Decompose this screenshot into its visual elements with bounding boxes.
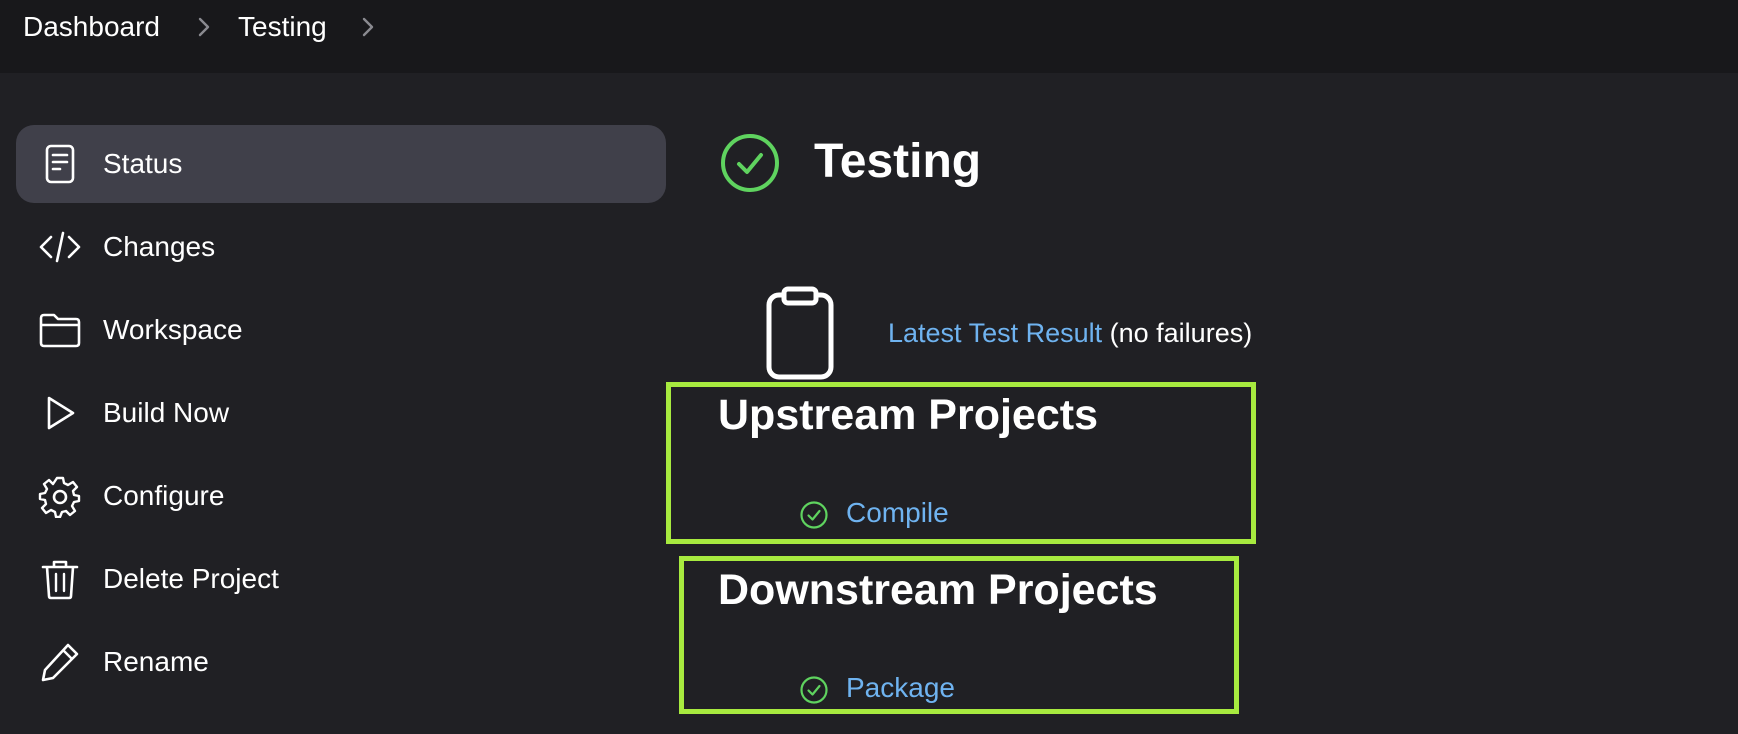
document-icon (45, 144, 75, 184)
page-title: Testing (814, 135, 982, 188)
sidebar-item-status[interactable]: Status (16, 125, 666, 203)
sidebar-item-changes[interactable]: Changes (16, 208, 666, 286)
breadcrumb-dashboard[interactable]: Dashboard (23, 11, 160, 43)
top-bar: Dashboard Testing (0, 0, 1738, 73)
test-result-line: Latest Test Result (no failures) (888, 316, 1252, 350)
trash-icon (41, 560, 79, 600)
sidebar-item-label: Status (103, 148, 183, 179)
sidebar-item-label: Changes (103, 231, 216, 262)
downstream-projects-heading: Downstream Projects (718, 566, 1158, 614)
sidebar-item-label: Workspace (103, 314, 243, 345)
sidebar-item-label: Configure (103, 480, 225, 511)
test-result-summary: (no failures) (1109, 318, 1253, 348)
code-icon (39, 231, 81, 263)
latest-test-result-link[interactable]: Latest Test Result (888, 318, 1102, 348)
sidebar-item-label: Delete Project (103, 563, 279, 594)
upstream-project-link[interactable]: Compile (846, 496, 949, 530)
chevron-right-icon[interactable] (356, 13, 380, 41)
sidebar-item-rename[interactable]: Rename (16, 623, 666, 701)
sidebar-item-delete-project[interactable]: Delete Project (16, 540, 666, 618)
clipboard-icon (766, 286, 834, 380)
success-check-icon (800, 676, 828, 704)
folder-icon (39, 313, 81, 348)
gear-icon (38, 476, 81, 518)
sidebar-item-configure[interactable]: Configure (16, 457, 666, 535)
sidebar-item-label: Build Now (103, 397, 230, 428)
sidebar-item-build-now[interactable]: Build Now (16, 374, 666, 452)
pencil-icon (41, 643, 79, 682)
sidebar-item-workspace[interactable]: Workspace (16, 291, 666, 369)
chevron-right-icon (198, 17, 210, 37)
breadcrumb-testing[interactable]: Testing (238, 11, 327, 43)
success-check-icon (721, 134, 779, 192)
success-check-icon (800, 501, 828, 529)
play-icon (47, 396, 75, 430)
upstream-projects-heading: Upstream Projects (718, 391, 1098, 439)
downstream-project-link[interactable]: Package (846, 671, 955, 705)
sidebar-item-label: Rename (103, 646, 209, 677)
